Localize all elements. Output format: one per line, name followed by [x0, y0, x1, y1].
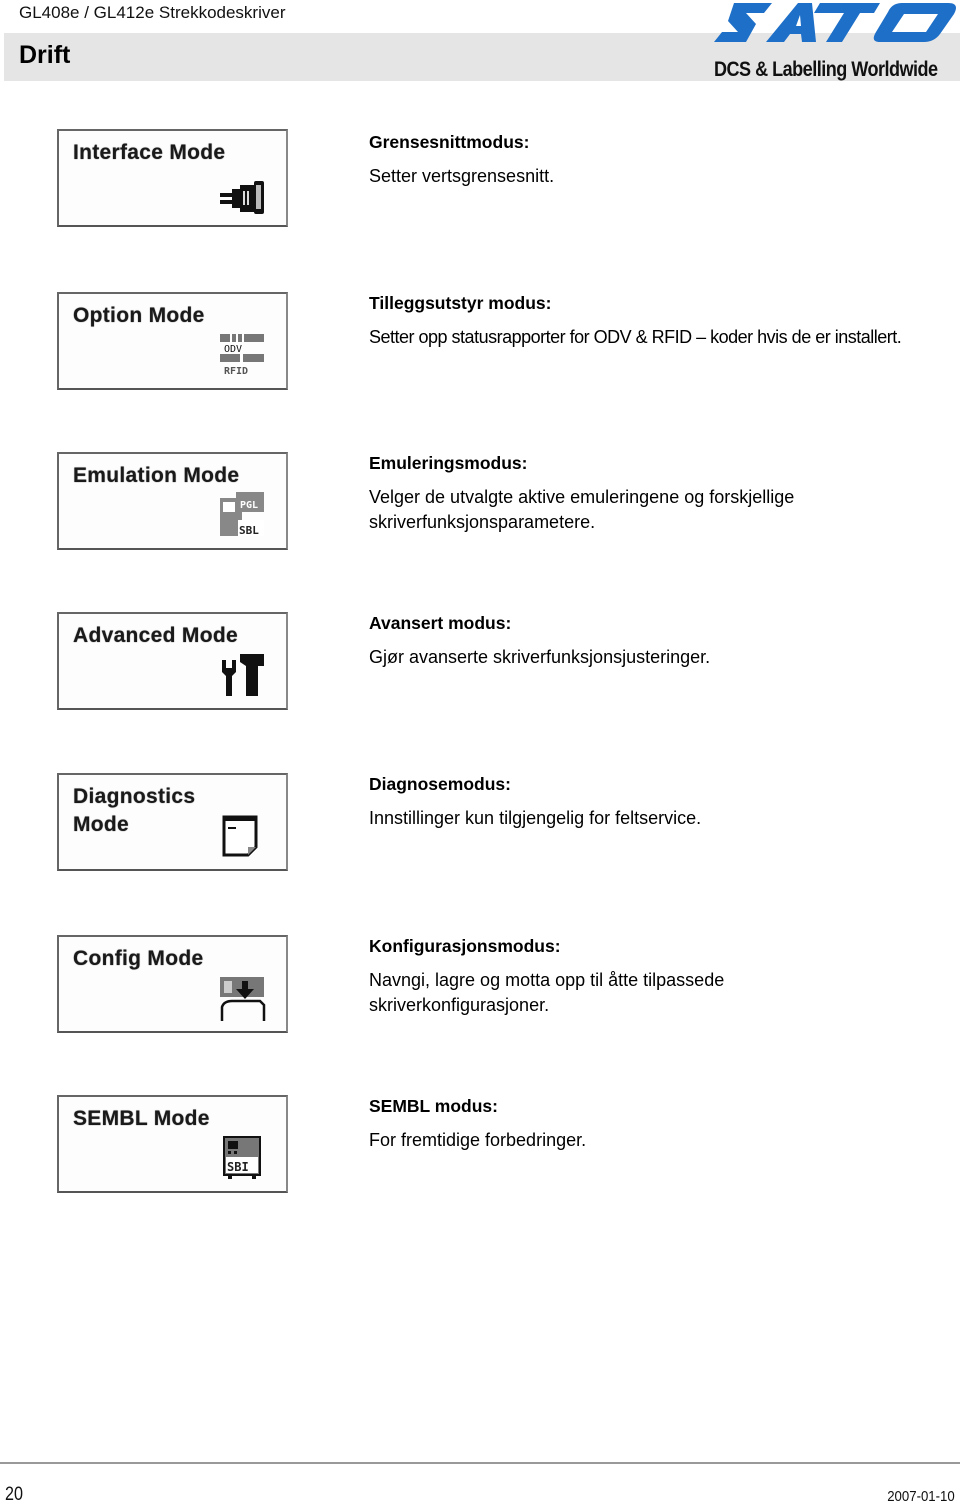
- page-number: 20: [5, 1484, 23, 1505]
- mode-heading: SEMBL modus:: [369, 1096, 498, 1116]
- sato-wordmark-icon: [714, 3, 956, 42]
- page-document-icon: [222, 815, 258, 857]
- lcd-screen: Option Mode ODV RFID: [57, 292, 288, 390]
- wrench-hammer-icon: [222, 654, 264, 696]
- mode-text: For fremtidige forbedringer.: [369, 1130, 587, 1150]
- lcd-screen: Interface Mode: [57, 129, 288, 227]
- mode-description: Grensesnittmodus: Setter vertsgrensesnit…: [369, 131, 949, 189]
- mode-description: Diagnosemodus: Innstillinger kun tilgjen…: [369, 773, 949, 831]
- mode-heading: Grensesnittmodus:: [369, 132, 530, 152]
- mode-description: Konfigurasjonsmodus: Navngi, lagre og mo…: [369, 935, 949, 1018]
- mode-row-interface: Interface Mode Grensesnittmodus: Setter …: [0, 129, 960, 239]
- odv-rfid-icon: ODV RFID: [220, 334, 264, 377]
- svg-text:PGL: PGL: [240, 500, 258, 511]
- lcd-screen: Emulation Mode PGL SBL: [57, 452, 288, 550]
- mode-row-diagnostics: Diagnostics Mode Diagnosemodus: Innstill…: [0, 773, 960, 883]
- lcd-screen: Advanced Mode: [57, 612, 288, 710]
- lcd-screen: Diagnostics Mode: [57, 773, 288, 871]
- lcd-screen: SEMBL Mode SBI: [57, 1095, 288, 1193]
- mode-description: Emuleringsmodus: Velger de utvalgte akti…: [369, 452, 949, 535]
- footer-divider: [0, 1462, 960, 1464]
- mode-text: Setter vertsgrensesnitt.: [369, 166, 555, 186]
- svg-text:SBI: SBI: [227, 1160, 249, 1174]
- svg-text:RFID: RFID: [224, 366, 248, 377]
- mode-heading: Tilleggsutstyr modus:: [369, 293, 552, 313]
- mode-heading: Konfigurasjonsmodus:: [369, 936, 561, 956]
- lcd-label: Emulation Mode: [73, 464, 240, 487]
- mode-text: Gjør avanserte skriverfunksjonsjustering…: [369, 647, 711, 667]
- mode-row-emulation: Emulation Mode PGL SBL Emuleringsmodus: …: [0, 452, 960, 562]
- logo-tagline: DCS & Labelling Worldwide: [714, 58, 938, 81]
- svg-text:SBL: SBL: [239, 524, 259, 537]
- lcd-label: SEMBL Mode: [73, 1107, 210, 1130]
- mode-heading: Diagnosemodus:: [369, 774, 511, 794]
- mode-description: Avansert modus: Gjør avanserte skriverfu…: [369, 612, 949, 670]
- mode-row-option: Option Mode ODV RFID Tilleggsutstyr modu…: [0, 292, 960, 402]
- lcd-label: Advanced Mode: [73, 624, 238, 647]
- mode-text: Velger de utvalgte aktive emuleringene o…: [369, 487, 795, 532]
- mode-heading: Emuleringsmodus:: [369, 453, 528, 473]
- lcd-label: Diagnostics Mode: [73, 785, 196, 836]
- emulation-pgl-sbl-icon: PGL SBL: [220, 492, 264, 537]
- mode-heading: Avansert modus:: [369, 613, 512, 633]
- mode-row-config: Config Mode Konfigurasjonsmodus: Navngi,…: [0, 935, 960, 1045]
- lcd-screen: Config Mode: [57, 935, 288, 1033]
- svg-text:ODV: ODV: [224, 344, 242, 355]
- lcd-label: Interface Mode: [73, 141, 226, 164]
- mode-row-sembl: SEMBL Mode SBI SEMBL modus: For fremtidi…: [0, 1095, 960, 1205]
- mode-text: Innstillinger kun tilgjengelig for felts…: [369, 808, 702, 828]
- lcd-label: Option Mode: [73, 304, 205, 327]
- mode-description: SEMBL modus: For fremtidige forbedringer…: [369, 1095, 949, 1153]
- mode-row-advanced: Advanced Mode Avansert modus: Gjør avans…: [0, 612, 960, 722]
- section-title: Drift: [19, 41, 71, 69]
- sato-logo: DCS & Labelling Worldwide: [712, 0, 960, 86]
- mode-description: Tilleggsutstyr modus: Setter opp statusr…: [369, 292, 949, 350]
- sbi-device-icon: SBI: [223, 1136, 261, 1179]
- lcd-label: Config Mode: [73, 947, 204, 970]
- page-date: 2007-01-10: [887, 1488, 955, 1505]
- connector-plug-icon: [220, 181, 264, 214]
- config-download-icon: [220, 977, 266, 1021]
- document-title: GL408e / GL412e Strekkodeskriver: [19, 3, 286, 22]
- mode-text: Setter opp statusrapporter for ODV & RFI…: [369, 327, 902, 347]
- mode-text: Navngi, lagre og motta opp til åtte tilp…: [369, 970, 725, 1015]
